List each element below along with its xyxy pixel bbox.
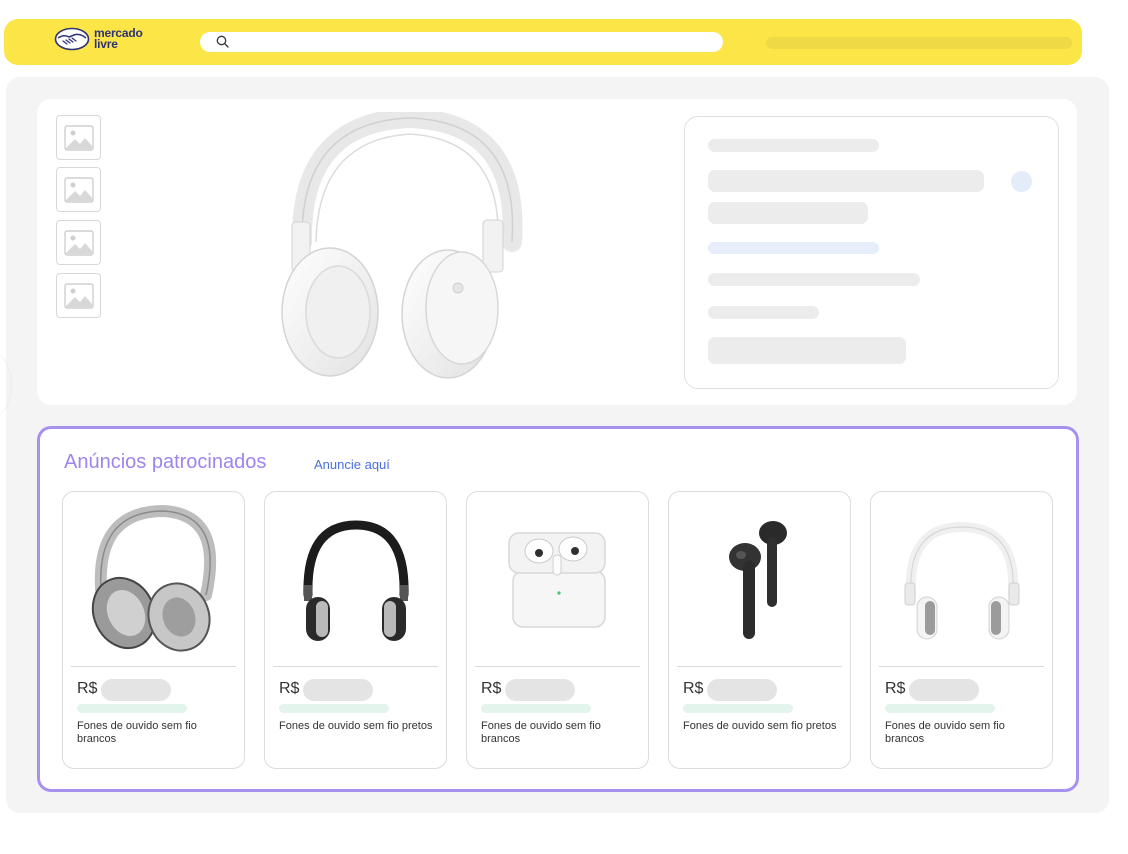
product-image	[467, 500, 648, 660]
card-divider	[475, 666, 640, 667]
favorite-icon[interactable]	[1011, 171, 1032, 192]
black-earbuds-image	[728, 521, 787, 639]
price-placeholder	[505, 679, 575, 701]
product-description: Fones de ouvido sem fio pretos	[683, 720, 837, 732]
sponsored-card[interactable]: R$ Fones de ouvido sem fio pretos	[264, 491, 447, 769]
shipping-placeholder	[77, 704, 187, 713]
skeleton-link	[708, 242, 879, 254]
card-divider	[879, 666, 1044, 667]
sponsored-card[interactable]: R$ Fones de ouvido sem fio brancos	[62, 491, 245, 769]
sponsored-card[interactable]: R$ Fones de ouvido sem fio brancos	[466, 491, 649, 769]
product-image	[265, 500, 446, 660]
price-currency: R$	[885, 680, 906, 697]
price-currency: R$	[683, 680, 704, 697]
thumbnail-3[interactable]	[56, 220, 101, 265]
search-icon[interactable]	[215, 34, 231, 50]
price-placeholder	[101, 679, 171, 701]
header-placeholder-bar	[766, 37, 1072, 49]
logo-text: mercado livre	[94, 27, 143, 51]
page: mercado livre Anúncios patrocinados Anun…	[0, 0, 1128, 854]
thumbnail-2[interactable]	[56, 167, 101, 212]
product-image	[669, 500, 850, 660]
skeleton-title-2	[708, 202, 868, 224]
image-placeholder-icon	[64, 230, 94, 256]
sponsored-card[interactable]: R$ Fones de ouvido sem fio pretos	[668, 491, 851, 769]
silver-headphones-image	[91, 505, 216, 652]
skeleton-line	[708, 273, 920, 286]
shipping-placeholder	[481, 704, 591, 713]
shipping-placeholder	[279, 704, 389, 713]
skeleton-line	[708, 306, 819, 319]
black-headphones-image	[302, 520, 409, 641]
skeleton-button	[708, 337, 906, 364]
handshake-logo-icon	[54, 27, 90, 51]
product-image	[871, 500, 1052, 660]
image-placeholder-icon	[64, 177, 94, 203]
product-description: Fones de ouvido sem fio pretos	[279, 720, 433, 732]
logo-line-2: livre	[94, 37, 118, 51]
thumbnail-1[interactable]	[56, 115, 101, 160]
product-description: Fones de ouvido sem fio brancos	[77, 720, 197, 745]
thumbnail-4[interactable]	[56, 273, 101, 318]
card-divider	[677, 666, 842, 667]
price-placeholder	[303, 679, 373, 701]
image-placeholder-icon	[64, 125, 94, 151]
white-headphones-image	[904, 521, 1019, 640]
sponsored-title: Anúncios patrocinados	[64, 451, 267, 473]
mercado-livre-logo[interactable]: mercado livre	[54, 27, 143, 51]
product-image	[63, 500, 244, 660]
white-earbuds-case-image	[507, 532, 606, 628]
price-placeholder	[707, 679, 777, 701]
sponsored-section: Anúncios patrocinados Anuncie aquí R$ Fo…	[37, 426, 1079, 792]
skeleton-line	[708, 139, 879, 152]
product-info-box	[684, 116, 1059, 389]
top-header: mercado livre	[4, 19, 1082, 65]
product-description: Fones de ouvido sem fio brancos	[885, 720, 1005, 745]
card-divider	[71, 666, 236, 667]
shipping-placeholder	[885, 704, 995, 713]
sponsored-card[interactable]: R$ Fones de ouvido sem fio brancos	[870, 491, 1053, 769]
product-description: Fones de ouvido sem fio brancos	[481, 720, 601, 745]
price-currency: R$	[77, 680, 98, 697]
shipping-placeholder	[683, 704, 793, 713]
search-input[interactable]	[200, 32, 723, 52]
skeleton-title	[708, 170, 984, 192]
advertise-here-link[interactable]: Anuncie aquí	[314, 457, 390, 472]
image-placeholder-icon	[64, 283, 94, 309]
product-main-image	[281, 112, 523, 379]
price-currency: R$	[279, 680, 300, 697]
price-placeholder	[909, 679, 979, 701]
price-currency: R$	[481, 680, 502, 697]
card-divider	[273, 666, 438, 667]
